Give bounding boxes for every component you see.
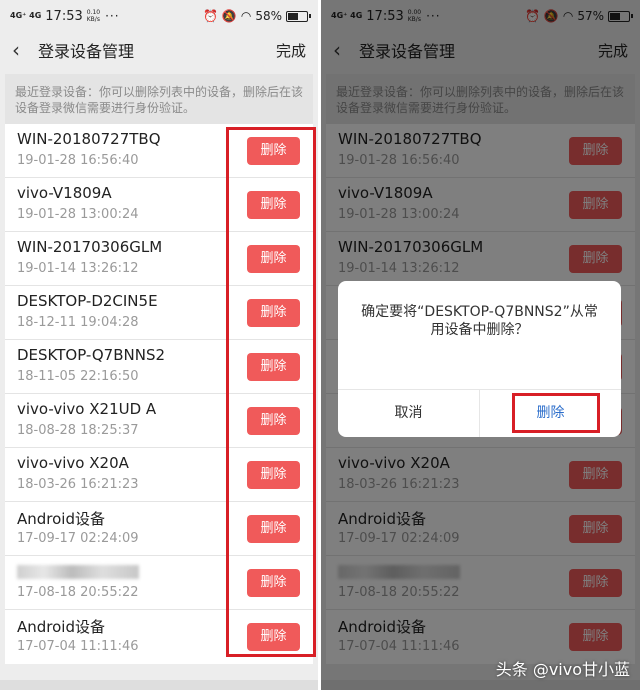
cancel-button[interactable]: 取消: [338, 390, 480, 437]
device-login-time: 18-12-11 19:04:28: [17, 315, 139, 330]
device-name: vivo-V1809A: [17, 184, 112, 202]
watermark: 头条 @vivo甘小蓝: [495, 660, 630, 679]
delete-button[interactable]: 删除: [247, 353, 300, 381]
device-name: vivo-vivo X20A: [17, 454, 129, 472]
network-speed: 0.10 KB/s: [86, 9, 101, 23]
dialog-message: 确定要将“DESKTOP-Q7BNNS2”从常用设备中删除？: [361, 304, 598, 338]
alarm-icon: ⏰: [202, 9, 218, 23]
device-row: 17-08-18 20:55:22 删除: [5, 556, 313, 610]
delete-button[interactable]: 删除: [247, 569, 300, 597]
device-row: vivo-vivo X20A 18-03-26 16:21:23 删除: [5, 448, 313, 502]
device-name: DESKTOP-Q7BNNS2: [17, 346, 166, 364]
device-login-time: 19-01-14 13:26:12: [17, 261, 139, 276]
confirm-delete-label: 删除: [536, 405, 565, 421]
delete-button[interactable]: 删除: [247, 515, 300, 543]
device-name: [17, 562, 139, 583]
done-button[interactable]: 完成: [276, 40, 306, 61]
device-login-time: 18-03-26 16:21:23: [17, 477, 139, 492]
device-login-time: 17-07-04 11:11:46: [17, 639, 139, 654]
delete-button[interactable]: 删除: [247, 245, 300, 273]
device-row: WIN-20180727TBQ 19-01-28 16:56:40 删除: [5, 124, 313, 178]
page-title: 登录设备管理: [38, 42, 135, 61]
delete-button[interactable]: 删除: [247, 623, 300, 651]
device-login-time: 17-08-18 20:55:22: [17, 585, 139, 600]
status-time: 17:53: [45, 8, 83, 24]
device-row: WIN-20170306GLM 19-01-14 13:26:12 删除: [5, 232, 313, 286]
battery-percent: 58%: [255, 9, 282, 23]
device-name: Android设备: [17, 510, 105, 528]
more-notifications-icon: ···: [105, 9, 120, 23]
device-name: Android设备: [17, 618, 105, 636]
confirm-delete-dialog: 确定要将“DESKTOP-Q7BNNS2”从常用设备中删除？ 取消 删除: [338, 281, 621, 437]
device-row: Android设备 17-07-04 11:11:46 删除: [5, 610, 313, 664]
device-row: DESKTOP-D2CIN5E 18-12-11 19:04:28 删除: [5, 286, 313, 340]
redacted-device-name: [17, 565, 139, 579]
delete-button[interactable]: 删除: [247, 407, 300, 435]
status-bar: 4G⁺ 4G 17:53 0.10 KB/s ··· ⏰ 🔕 ◠ 58%: [0, 0, 318, 32]
device-row: vivo-vivo X21UD A 18-08-28 18:25:37 删除: [5, 394, 313, 448]
device-login-time: 18-08-28 18:25:37: [17, 423, 139, 438]
device-login-time: 18-11-05 22:16:50: [17, 369, 139, 384]
device-name: WIN-20170306GLM: [17, 238, 163, 256]
bottom-edge: [0, 680, 318, 690]
device-login-time: 19-01-28 16:56:40: [17, 153, 139, 168]
delete-button[interactable]: 删除: [247, 299, 300, 327]
device-login-time: 17-09-17 02:24:09: [17, 531, 139, 546]
mute-icon: 🔕: [221, 9, 237, 23]
back-arrow-icon[interactable]: ‹: [12, 38, 32, 62]
device-name: DESKTOP-D2CIN5E: [17, 292, 158, 310]
right-screen: 4G⁺ 4G 17:53 0.00KB/s ··· ⏰ 🔕 ◠ 57% ‹ 登录…: [321, 0, 640, 690]
delete-button[interactable]: 删除: [247, 461, 300, 489]
wifi-icon: ◠: [240, 9, 252, 23]
device-name: WIN-20180727TBQ: [17, 130, 161, 148]
battery-icon: [286, 10, 311, 22]
device-row: DESKTOP-Q7BNNS2 18-11-05 22:16:50 删除: [5, 340, 313, 394]
device-row: Android设备 17-09-17 02:24:09 删除: [5, 502, 313, 556]
delete-button[interactable]: 删除: [247, 191, 300, 219]
dialog-buttons: 取消 删除: [338, 389, 621, 437]
confirm-delete-button[interactable]: 删除: [480, 390, 621, 437]
left-screen: 4G⁺ 4G 17:53 0.10 KB/s ··· ⏰ 🔕 ◠ 58% ‹ 登录…: [0, 0, 318, 690]
device-login-time: 19-01-28 13:00:24: [17, 207, 139, 222]
device-list: WIN-20180727TBQ19-01-28 16:56:40删除vivo-V…: [5, 124, 313, 664]
device-row: vivo-V1809A 19-01-28 13:00:24 删除: [5, 178, 313, 232]
hint-text: 最近登录设备：你可以删除列表中的设备，删除后在该设备登录微信需要进行身份验证。: [5, 74, 313, 124]
title-bar: ‹ 登录设备管理 完成: [0, 32, 318, 68]
delete-button[interactable]: 删除: [247, 137, 300, 165]
device-name: vivo-vivo X21UD A: [17, 400, 157, 418]
network-indicator: 4G⁺ 4G: [10, 11, 42, 20]
screenshot-comparison: 4G⁺ 4G 17:53 0.10 KB/s ··· ⏰ 🔕 ◠ 58% ‹ 登录…: [0, 0, 640, 690]
